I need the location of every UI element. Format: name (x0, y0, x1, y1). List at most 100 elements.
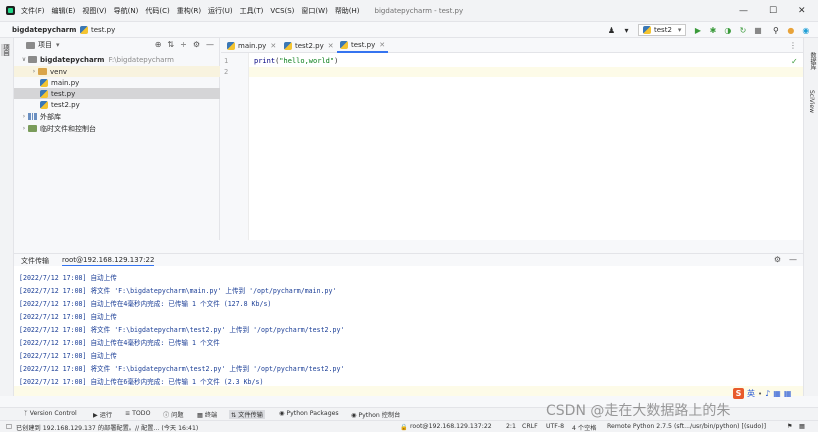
project-panel-title[interactable]: 项目 (38, 40, 52, 50)
current-line-highlight (249, 67, 803, 77)
close-window-button[interactable]: ✕ (798, 6, 806, 16)
menu-window[interactable]: 窗口(W) (301, 6, 327, 16)
tab-label: Version Control (29, 410, 77, 417)
menu-file[interactable]: 文件(F) (21, 6, 45, 16)
collapse-arrow-icon[interactable]: › (20, 113, 28, 120)
update-icon[interactable]: ● (786, 26, 795, 35)
code-line-1[interactable]: print("hello,world") (254, 57, 338, 65)
chevron-down-icon[interactable]: ▾ (56, 41, 60, 49)
tree-item-test-py[interactable]: test.py (14, 88, 220, 99)
stop-icon[interactable]: ■ (753, 26, 762, 35)
event-log-icon[interactable]: ⚑ (787, 423, 793, 430)
status-caret-position[interactable]: 2:1 (506, 423, 516, 430)
grid-menu-icon[interactable]: ▦ (784, 389, 792, 398)
tree-item-venv[interactable]: › venv (14, 66, 220, 77)
breadcrumb-file[interactable]: test.py (80, 26, 115, 34)
line-number: 1 (224, 57, 229, 65)
locate-icon[interactable]: ⊕ (155, 40, 162, 49)
python-file-icon (80, 26, 88, 34)
gear-icon[interactable]: ⚙ (774, 255, 781, 264)
status-remote-host[interactable]: root@192.168.129.137:22 (410, 423, 492, 430)
punctuation-icon[interactable]: • (758, 390, 762, 398)
sciview-tool-tab[interactable]: SciView (808, 90, 815, 113)
keyboard-icon[interactable]: ▦ (773, 389, 781, 398)
close-icon[interactable]: ✕ (270, 42, 276, 50)
inspection-ok-icon[interactable]: ✓ (791, 57, 798, 66)
menu-tools[interactable]: 工具(T) (240, 6, 264, 16)
microphone-icon[interactable]: ♪ (765, 389, 770, 398)
status-line-separator[interactable]: CRLF (522, 423, 538, 430)
tab-terminal[interactable]: ▦ 终端 (197, 410, 217, 419)
tab-todo[interactable]: ≡ TODO (125, 410, 150, 417)
close-icon[interactable]: ✕ (379, 41, 385, 49)
expand-all-icon[interactable]: ⇅ (167, 40, 174, 49)
memory-icon[interactable]: ▦ (799, 423, 805, 430)
search-icon[interactable]: ⚲ (771, 26, 780, 35)
tree-item-test2-py[interactable]: test2.py (14, 99, 220, 110)
menu-navigate[interactable]: 导航(N) (114, 6, 139, 16)
file-transfer-log: [2022/7/12 17:08] 自动上传 [2022/7/12 17:08]… (14, 266, 803, 396)
maximize-button[interactable]: ☐ (769, 6, 777, 16)
database-tool-tab[interactable]: 数据库 (808, 52, 817, 70)
status-toggle-icon[interactable]: □ (6, 423, 12, 430)
menu-refactor[interactable]: 重构(R) (177, 6, 201, 16)
user-icon[interactable]: ♟ (607, 26, 616, 35)
profile-icon[interactable]: ↻ (738, 26, 747, 35)
menu-edit[interactable]: 编辑(E) (52, 6, 76, 16)
code-editor[interactable]: print("hello,world") (249, 53, 803, 240)
tab-file-transfer-bottom[interactable]: ⇅ 文件传输 (229, 410, 265, 419)
gear-icon[interactable]: ⚙ (193, 40, 200, 49)
tab-test-py[interactable]: test.py ✕ (337, 38, 389, 53)
tree-item-scratches[interactable]: › 临时文件和控制台 (14, 123, 220, 134)
tab-main-py[interactable]: main.py ✕ (224, 38, 279, 53)
menu-view[interactable]: 视图(V) (82, 6, 106, 16)
dropdown-arrow-icon[interactable]: ▾ (622, 26, 631, 35)
expand-arrow-icon[interactable]: ∨ (20, 56, 28, 63)
breadcrumb-project[interactable]: bigdatepycharm (12, 26, 76, 34)
tab-python-console[interactable]: ◉ Python 控制台 (351, 410, 400, 419)
tree-item-main-py[interactable]: main.py (14, 77, 220, 88)
tree-item-external-libs[interactable]: › 外部库 (14, 111, 220, 122)
more-options-icon[interactable]: ⋮ (789, 41, 797, 50)
run-config-selector[interactable]: test2 ▾ (638, 24, 687, 36)
status-message[interactable]: 已创建到 192.168.129.137 的部署配置。// 配置... (今天 … (16, 423, 198, 432)
tree-root[interactable]: ∨ bigdatepycharm F:\bigdatepycharm (14, 54, 220, 65)
coverage-icon[interactable]: ◑ (723, 26, 732, 35)
log-line: [2022/7/12 17:08] 将文件 'F:\bigdatepycharm… (19, 365, 345, 373)
console-input-line[interactable] (14, 386, 803, 396)
minimize-button[interactable]: — (739, 6, 748, 16)
tab-test2-py[interactable]: test2.py ✕ (281, 38, 337, 53)
menu-help[interactable]: 帮助(H) (335, 6, 360, 16)
run-icon: ▶ (93, 412, 100, 419)
status-encoding[interactable]: UTF-8 (546, 423, 564, 430)
collapse-all-icon[interactable]: ÷ (180, 40, 187, 49)
navigation-bar: bigdatepycharm › test.py ♟ ▾ test2 ▾ ▶ ✱… (0, 22, 818, 38)
jetbrains-icon[interactable]: ◉ (801, 26, 810, 35)
hide-panel-icon[interactable]: — (206, 40, 214, 49)
tab-label: test2.py (295, 41, 324, 50)
pycharm-logo-icon (6, 6, 15, 15)
ime-toolbar: S 英 • ♪ ▦ ▦ (733, 387, 803, 400)
tab-version-control[interactable]: ᛉ Version Control (24, 410, 77, 417)
sogou-logo-icon[interactable]: S (733, 388, 744, 399)
close-icon[interactable]: ✕ (328, 42, 334, 50)
menu-vcs[interactable]: VCS(S) (270, 7, 294, 15)
window-title: bigdatepycharm - test.py (374, 6, 464, 15)
menu-run[interactable]: 运行(U) (208, 6, 233, 16)
tab-file-transfer[interactable]: 文件传输 (21, 256, 49, 266)
debug-icon[interactable]: ✱ (708, 26, 717, 35)
tab-run[interactable]: ▶ 运行 (93, 410, 112, 419)
log-line: [2022/7/12 17:08] 将文件 'F:\bigdatepycharm… (19, 287, 337, 295)
collapse-arrow-icon[interactable]: › (20, 125, 28, 132)
tab-problems[interactable]: ⓘ 问题 (163, 410, 184, 419)
tab-label: TODO (132, 410, 151, 417)
ime-lang-toggle[interactable]: 英 (747, 388, 755, 399)
status-indent[interactable]: 4 个空格 (572, 423, 596, 432)
status-interpreter[interactable]: Remote Python 2.7.5 (sft.../usr/bin/pyth… (607, 423, 766, 430)
project-tool-tab[interactable]: 项目 (1, 44, 10, 56)
collapse-arrow-icon[interactable]: › (30, 68, 38, 75)
menu-code[interactable]: 代码(C) (145, 6, 169, 16)
run-icon[interactable]: ▶ (693, 26, 702, 35)
tab-python-packages[interactable]: ◉ Python Packages (279, 410, 339, 417)
hide-panel-icon[interactable]: — (789, 255, 797, 264)
